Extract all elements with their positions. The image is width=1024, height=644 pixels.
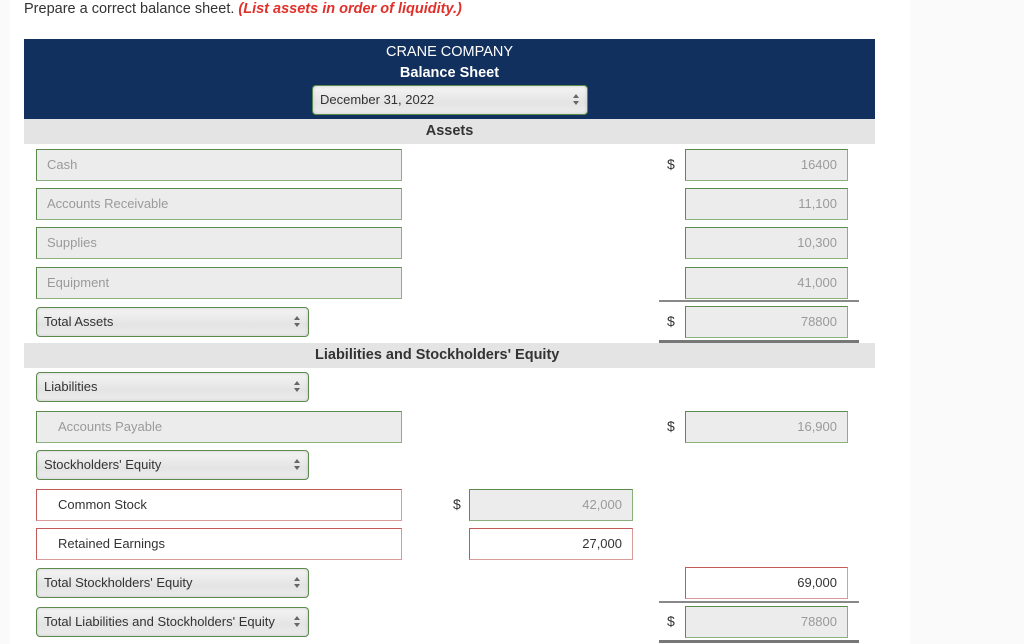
equity-label-common-stock[interactable]: Common Stock	[36, 489, 402, 521]
total-liabilities-equity-select-value: Total Liabilities and Stockholders' Equi…	[44, 614, 275, 629]
dollar-sign: $	[667, 418, 675, 434]
asset-value-supplies[interactable]: 10,300	[685, 227, 848, 259]
instruction-hint: (List assets in order of liquidity.)	[238, 1, 462, 17]
asset-value-cash[interactable]: 16400	[685, 149, 848, 181]
sheet-header: CRANE COMPANY Balance Sheet December 31,…	[24, 39, 875, 119]
equity-select[interactable]: Stockholders' Equity	[36, 450, 309, 480]
asset-label-equipment[interactable]: Equipment	[36, 267, 402, 299]
select-arrows-icon	[294, 316, 301, 328]
subtotal-rule	[659, 601, 859, 603]
total-liabilities-equity-select[interactable]: Total Liabilities and Stockholders' Equi…	[36, 607, 309, 637]
asset-value-equipment[interactable]: 41,000	[685, 267, 848, 299]
asset-value-accounts-receivable[interactable]: 11,100	[685, 188, 848, 220]
subtotal-rule	[659, 300, 859, 302]
dollar-sign: $	[667, 156, 675, 172]
date-select-value: December 31, 2022	[320, 92, 435, 107]
liabilities-equity-heading-band: Liabilities and Stockholders' Equity	[24, 343, 875, 368]
equity-value-retained-earnings[interactable]: 27,000	[469, 528, 633, 560]
select-arrows-icon	[294, 577, 301, 589]
total-equity-select[interactable]: Total Stockholders' Equity	[36, 568, 309, 598]
equity-select-value: Stockholders' Equity	[44, 457, 162, 472]
liability-value-accounts-payable[interactable]: 16,900	[685, 411, 848, 443]
asset-label-supplies[interactable]: Supplies	[36, 227, 402, 259]
company-name: CRANE COMPANY	[385, 44, 514, 60]
liabilities-select[interactable]: Liabilities	[36, 372, 309, 402]
instruction: Prepare a correct balance sheet. (List a…	[24, 0, 462, 18]
liabilities-select-value: Liabilities	[44, 379, 98, 394]
asset-label-cash[interactable]: Cash	[36, 149, 402, 181]
select-arrows-icon	[573, 94, 580, 106]
total-assets-select-value: Total Assets	[44, 314, 114, 329]
total-liabilities-equity-value[interactable]: 78800	[685, 606, 848, 638]
select-arrows-icon	[294, 459, 301, 471]
total-double-rule	[659, 640, 859, 643]
dollar-sign: $	[453, 496, 461, 512]
total-assets-select[interactable]: Total Assets	[36, 307, 309, 337]
page: Prepare a correct balance sheet. (List a…	[10, 0, 910, 644]
equity-value-common-stock[interactable]: 42,000	[469, 489, 633, 521]
equity-label-retained-earnings[interactable]: Retained Earnings	[36, 528, 402, 560]
instruction-text: Prepare a correct balance sheet.	[24, 1, 235, 17]
liability-label-accounts-payable[interactable]: Accounts Payable	[36, 411, 402, 443]
total-equity-value[interactable]: 69,000	[685, 567, 848, 599]
liabilities-equity-heading: Liabilities and Stockholders' Equity	[315, 347, 560, 363]
dollar-sign: $	[667, 613, 675, 629]
date-select[interactable]: December 31, 2022	[312, 85, 588, 115]
assets-heading-band: Assets	[24, 119, 875, 144]
select-arrows-icon	[294, 616, 301, 628]
total-assets-value[interactable]: 78800	[685, 306, 848, 338]
select-arrows-icon	[294, 381, 301, 393]
total-equity-select-value: Total Stockholders' Equity	[44, 575, 193, 590]
asset-label-accounts-receivable[interactable]: Accounts Receivable	[36, 188, 402, 220]
sheet-title: Balance Sheet	[399, 65, 500, 81]
dollar-sign: $	[667, 313, 675, 329]
assets-heading: Assets	[425, 123, 474, 139]
